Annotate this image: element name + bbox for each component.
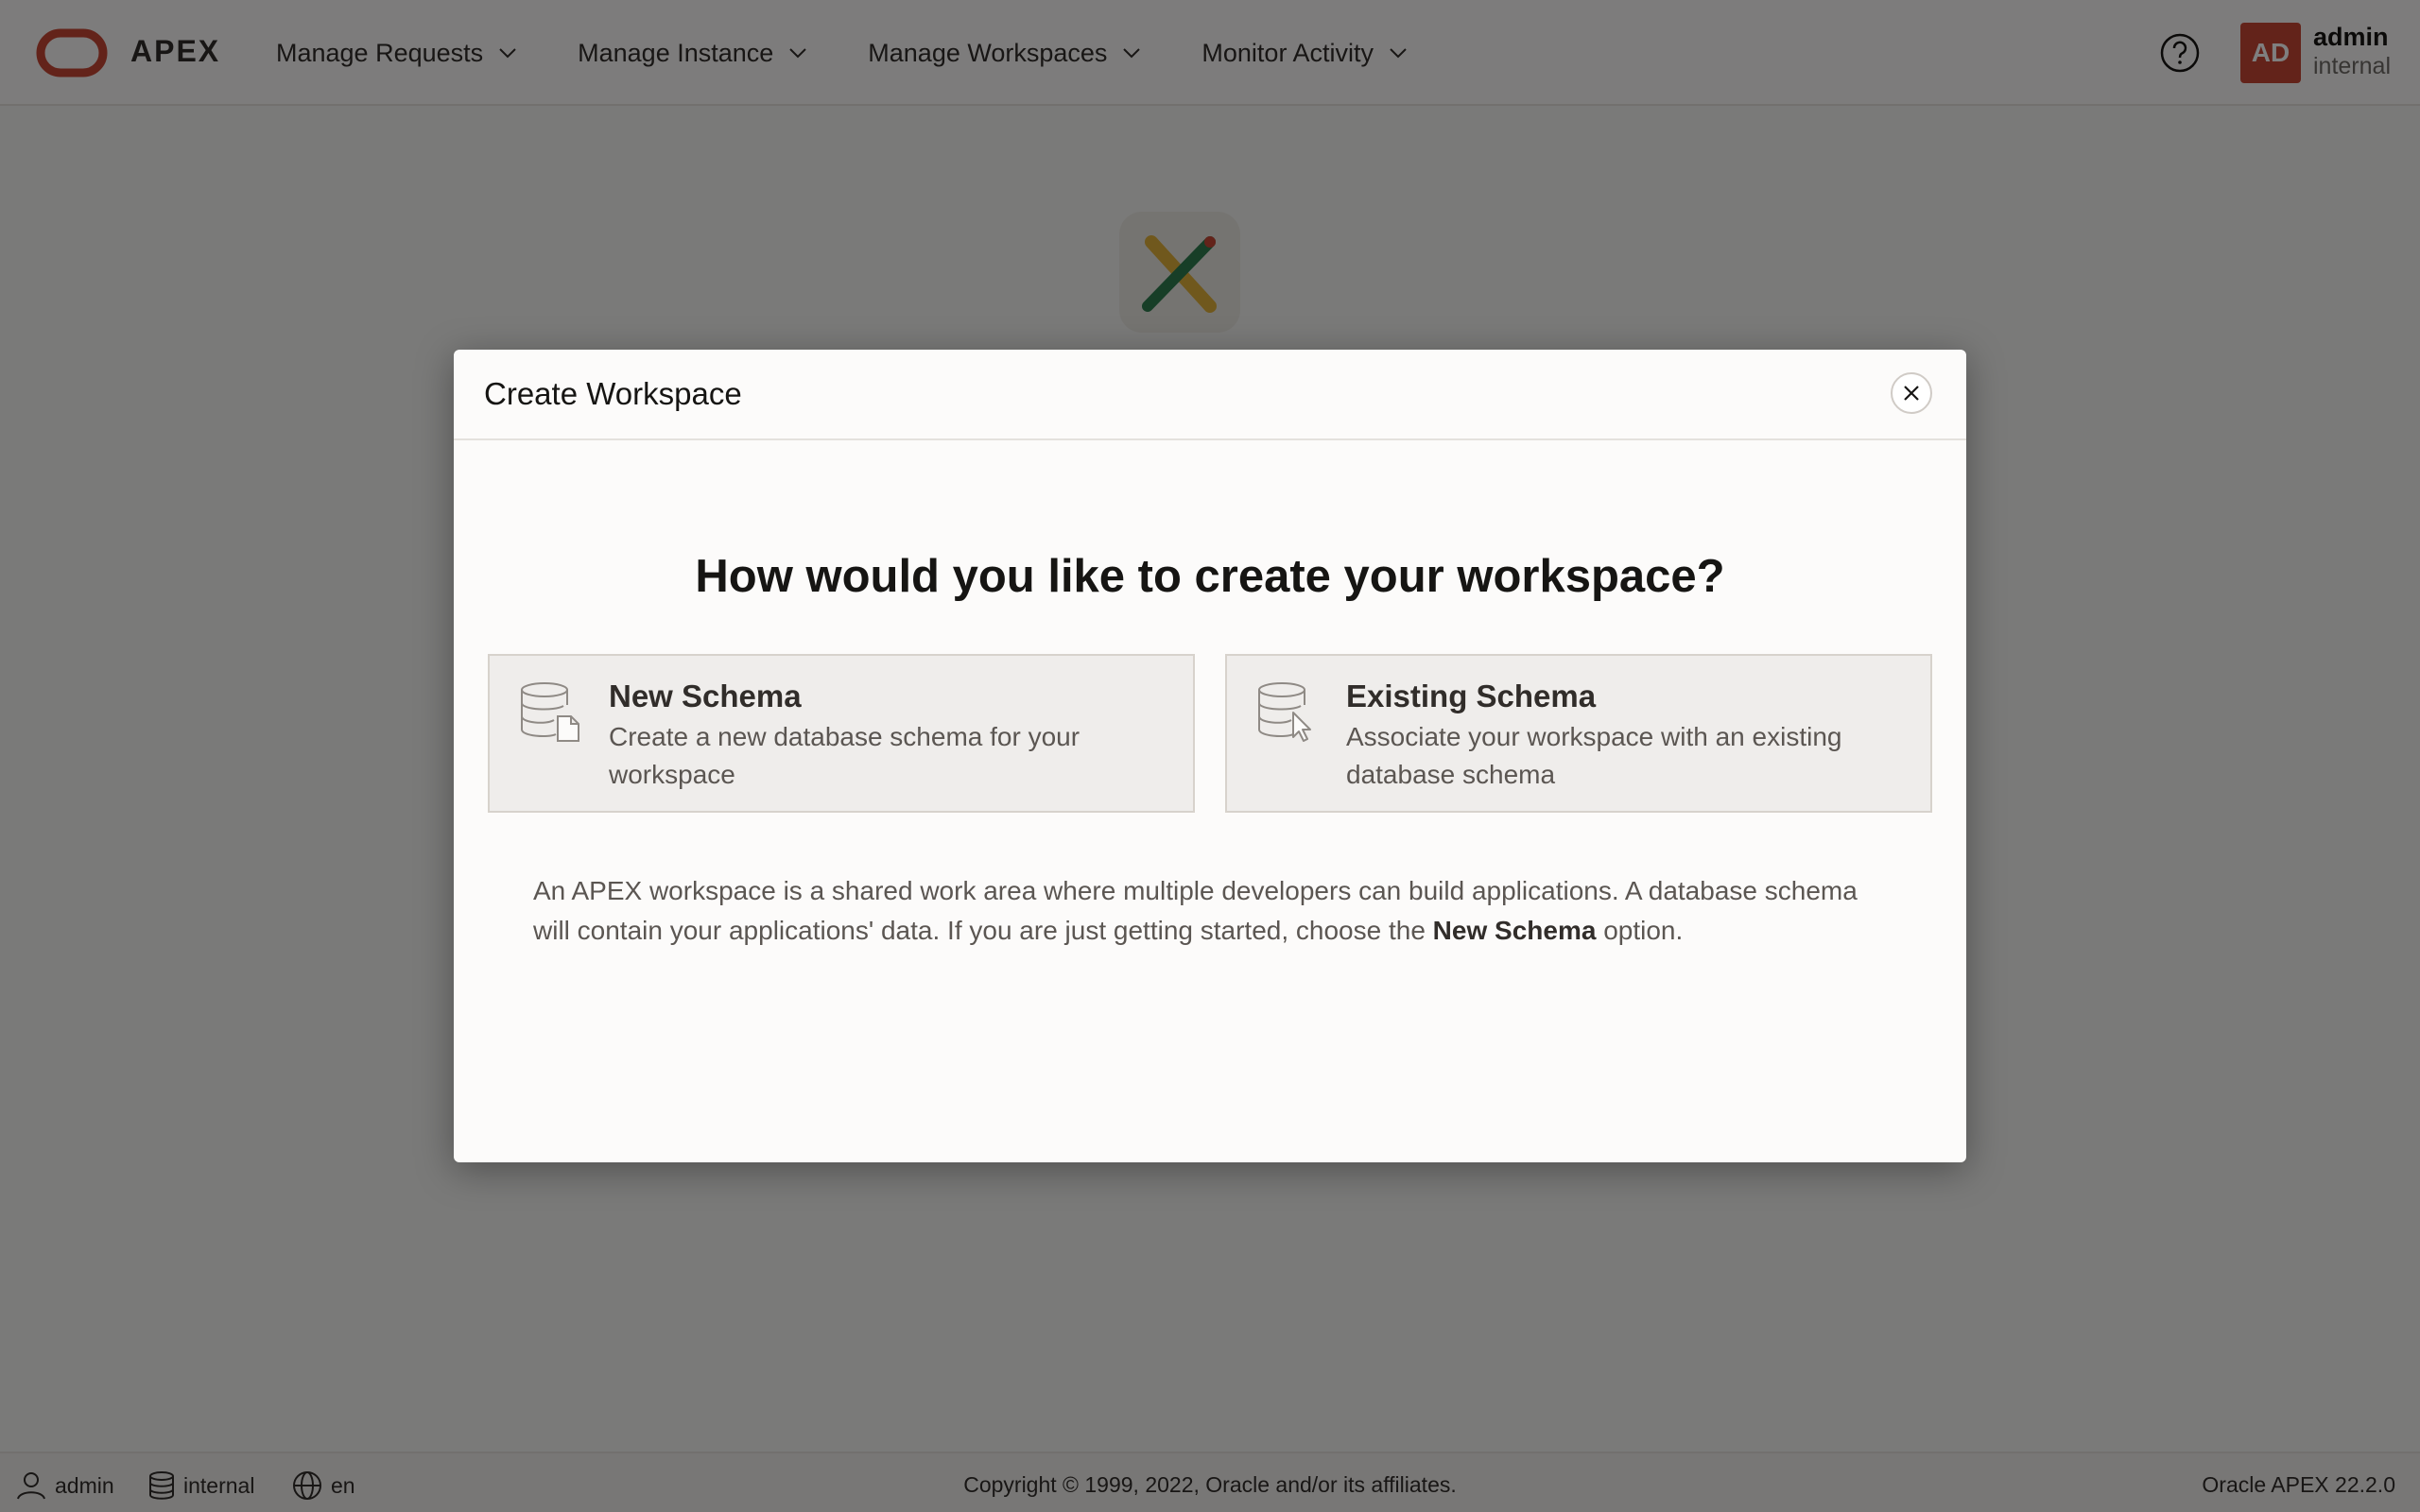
existing-schema-option[interactable]: Existing Schema Associate your workspace… <box>1225 654 1932 813</box>
option-description: Associate your workspace with an existin… <box>1346 722 1842 789</box>
close-icon <box>1904 386 1919 401</box>
option-description: Create a new database schema for your wo… <box>609 722 1080 789</box>
dialog-question: How would you like to create your worksp… <box>695 551 1725 602</box>
close-button[interactable] <box>1891 372 1932 414</box>
info-text-end: option. <box>1596 916 1684 945</box>
option-title: New Schema <box>609 679 802 713</box>
dialog-title: Create Workspace <box>484 376 742 411</box>
dialog-info-text: An APEX workspace is a shared work area … <box>533 871 1894 951</box>
existing-schema-icon <box>1258 682 1311 742</box>
create-workspace-dialog: Create Workspace How would you like to c… <box>454 350 1966 1162</box>
info-text-bold: New Schema <box>1432 916 1597 945</box>
new-schema-icon <box>521 682 579 742</box>
option-title: Existing Schema <box>1346 679 1597 713</box>
dialog-header: Create Workspace <box>454 350 1966 440</box>
new-schema-option[interactable]: New Schema Create a new database schema … <box>488 654 1195 813</box>
